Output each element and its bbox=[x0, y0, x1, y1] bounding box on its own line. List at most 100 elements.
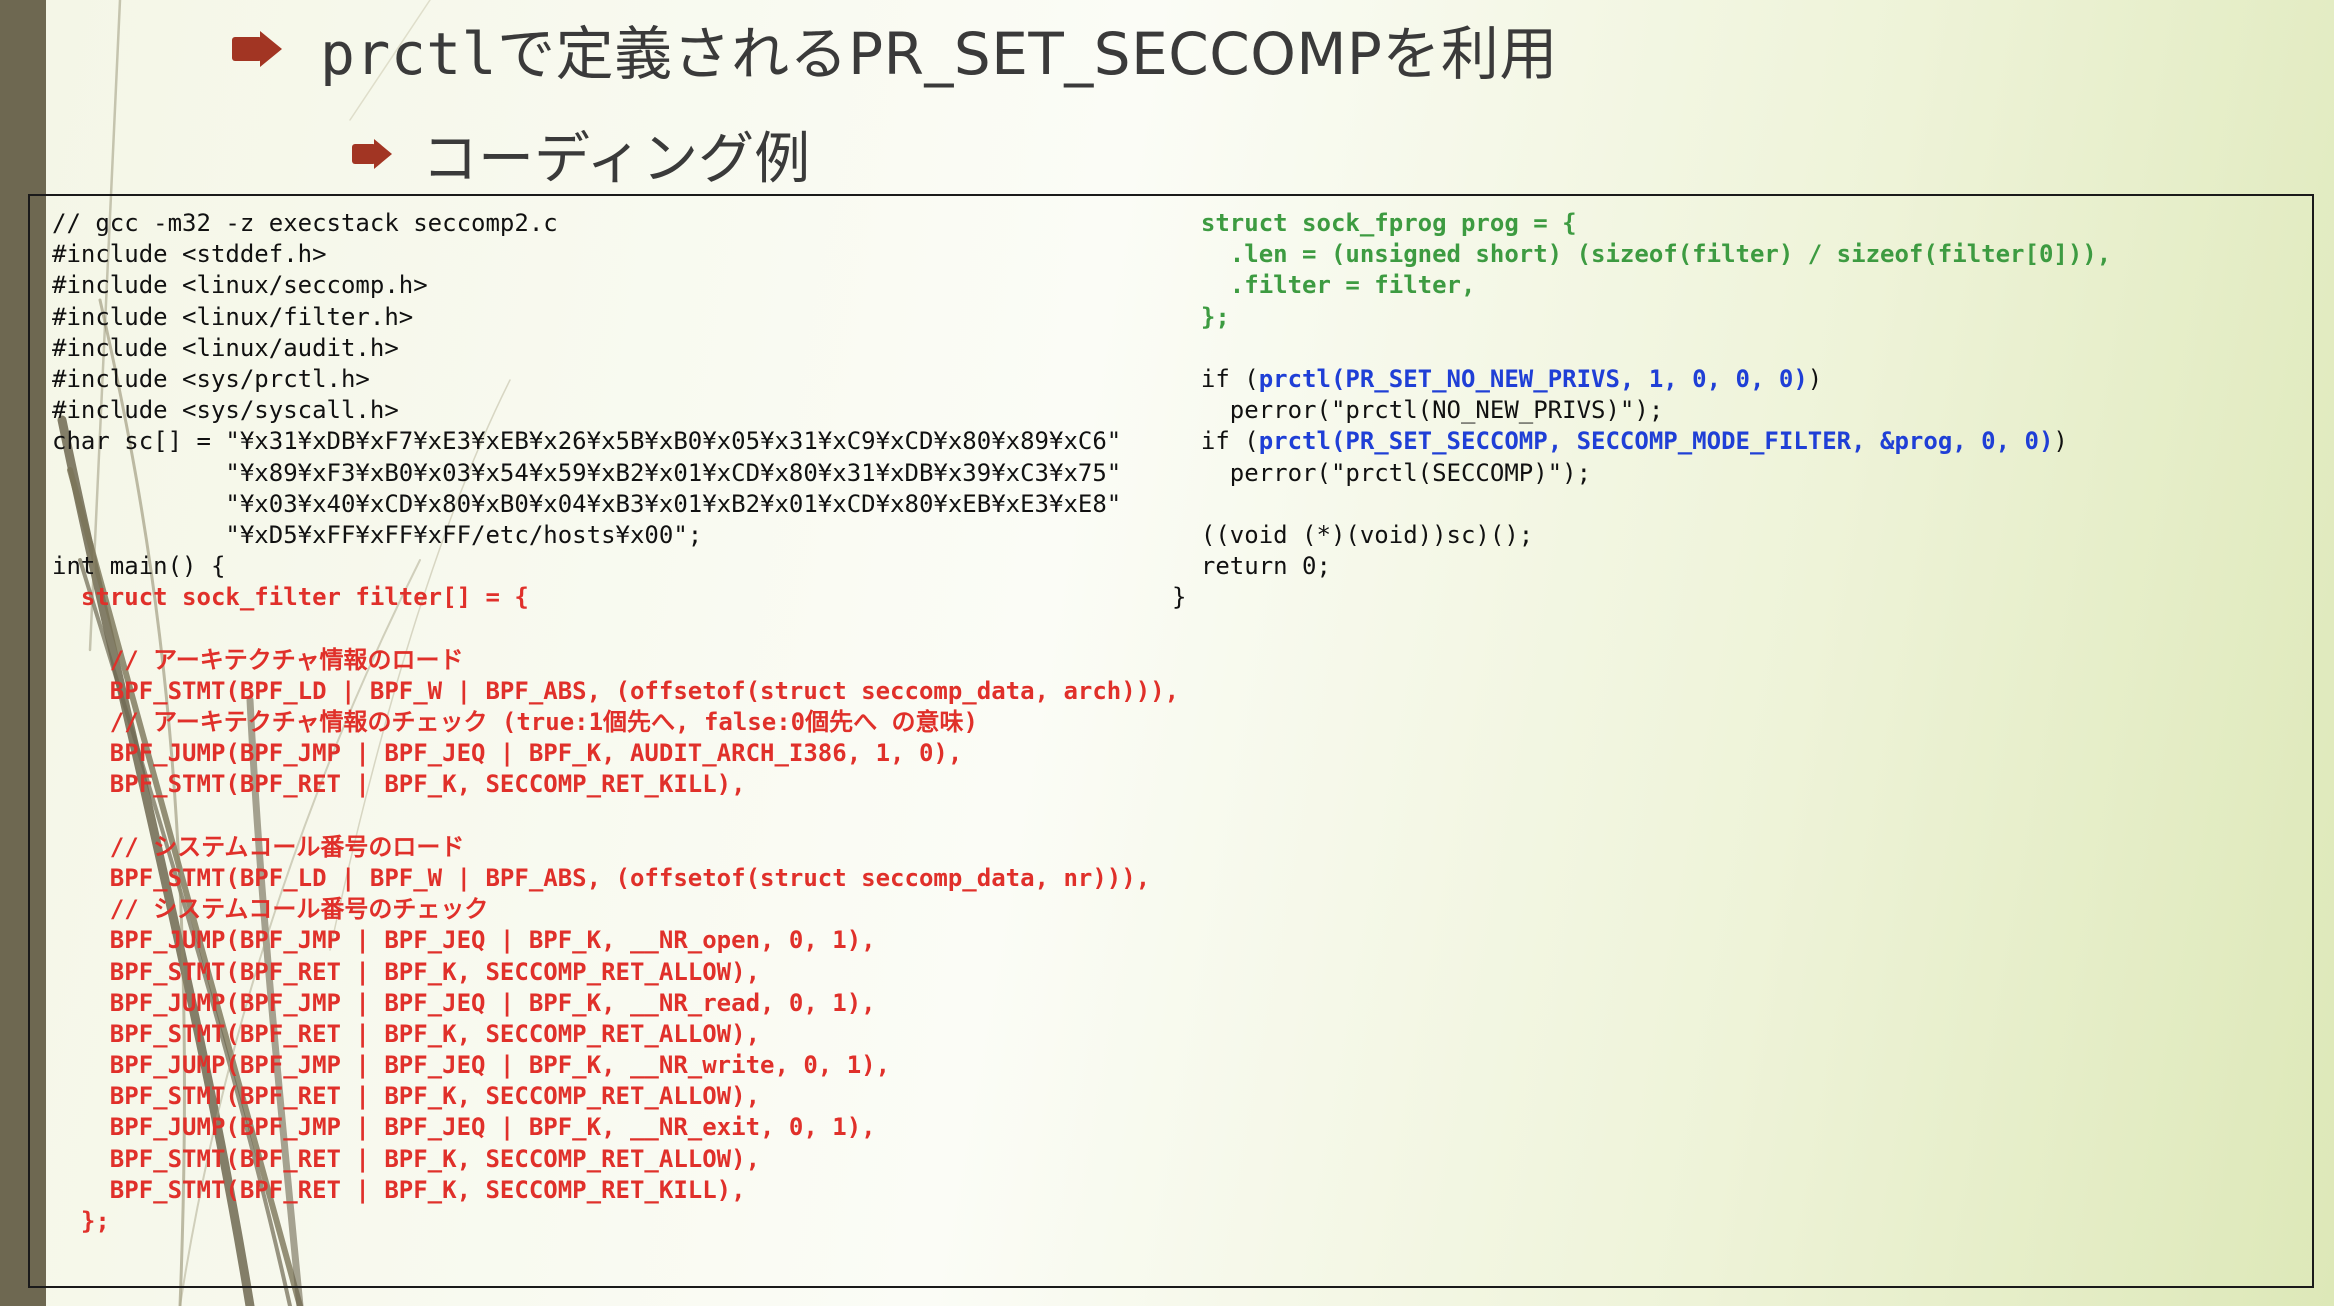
code-line: "¥xD5¥xFF¥xFF¥xFF/etc/hosts¥x00"; bbox=[52, 520, 1179, 551]
code-line: BPF_STMT(BPF_RET | BPF_K, SECCOMP_RET_AL… bbox=[52, 957, 1179, 988]
code-line: BPF_STMT(BPF_LD | BPF_W | BPF_ABS, (offs… bbox=[52, 676, 1179, 707]
code-line: BPF_STMT(BPF_RET | BPF_K, SECCOMP_RET_AL… bbox=[52, 1019, 1179, 1050]
code-token: #include <sys/prctl.h> bbox=[52, 364, 370, 393]
code-token: #include <linux/filter.h> bbox=[52, 302, 414, 331]
code-line: #include <linux/seccomp.h> bbox=[52, 270, 1179, 301]
code-token: prctl(PR_SET_SECCOMP, SECCOMP_MODE_FILTE… bbox=[1258, 427, 2054, 456]
code-token: // アーキテクチャ情報のチェック (true:1個先へ, false:0個先へ… bbox=[52, 708, 978, 736]
code-token: #include <linux/seccomp.h> bbox=[52, 271, 428, 300]
code-line: BPF_JUMP(BPF_JMP | BPF_JEQ | BPF_K, __NR… bbox=[52, 1050, 1179, 1081]
code-token: perror("prctl(NO_NEW_PRIVS)"); bbox=[1172, 396, 1664, 425]
code-line: int main() { bbox=[52, 551, 1179, 582]
code-line: #include <stddef.h> bbox=[52, 239, 1179, 270]
code-line: if (prctl(PR_SET_NO_NEW_PRIVS, 1, 0, 0, … bbox=[1172, 364, 2111, 395]
code-line: .len = (unsigned short) (sizeof(filter) … bbox=[1172, 239, 2111, 270]
code-listing-left: // gcc -m32 -z execstack seccomp2.c #incl… bbox=[52, 208, 1179, 1237]
arrow-bullet-icon bbox=[232, 37, 262, 61]
code-line: // アーキテクチャ情報のチェック (true:1個先へ, false:0個先へ… bbox=[52, 707, 1179, 738]
title-rest: で定義されるPR_SET_SECCOMPを利用 bbox=[497, 20, 1558, 88]
code-token: BPF_JUMP(BPF_JMP | BPF_JEQ | BPF_K, __NR… bbox=[52, 988, 876, 1017]
code-token: BPF_STMT(BPF_RET | BPF_K, SECCOMP_RET_KI… bbox=[52, 1175, 746, 1204]
code-token: char sc[] = "¥x31¥xDB¥xF7¥xE3¥xEB¥x26¥x5… bbox=[52, 427, 1122, 456]
code-line: // システムコール番号のロード bbox=[52, 832, 1179, 863]
code-line: perror("prctl(NO_NEW_PRIVS)"); bbox=[1172, 395, 2111, 426]
code-token: ((void (*)(void))sc)(); bbox=[1172, 520, 1534, 549]
code-token: BPF_STMT(BPF_RET | BPF_K, SECCOMP_RET_AL… bbox=[52, 1019, 761, 1048]
code-token: ) bbox=[2053, 427, 2068, 456]
code-line: ((void (*)(void))sc)(); bbox=[1172, 520, 2111, 551]
code-token: BPF_JUMP(BPF_JMP | BPF_JEQ | BPF_K, __NR… bbox=[52, 926, 876, 955]
code-token: BPF_JUMP(BPF_JMP | BPF_JEQ | BPF_K, __NR… bbox=[52, 1051, 891, 1080]
code-line: if (prctl(PR_SET_SECCOMP, SECCOMP_MODE_F… bbox=[1172, 426, 2111, 457]
code-line: BPF_JUMP(BPF_JMP | BPF_JEQ | BPF_K, AUDI… bbox=[52, 738, 1179, 769]
code-line: struct sock_filter filter[] = { bbox=[52, 582, 1179, 613]
code-line: BPF_JUMP(BPF_JMP | BPF_JEQ | BPF_K, __NR… bbox=[52, 988, 1179, 1019]
code-line: // gcc -m32 -z execstack seccomp2.c bbox=[52, 208, 1179, 239]
arrow-bullet-icon bbox=[352, 144, 376, 164]
code-token: }; bbox=[1172, 302, 1230, 331]
code-token: #include <sys/syscall.h> bbox=[52, 396, 399, 425]
code-token: BPF_JUMP(BPF_JMP | BPF_JEQ | BPF_K, __NR… bbox=[52, 1113, 876, 1142]
code-line: .filter = filter, bbox=[1172, 270, 2111, 301]
code-token: BPF_STMT(BPF_RET | BPF_K, SECCOMP_RET_AL… bbox=[52, 1144, 761, 1173]
code-line: BPF_JUMP(BPF_JMP | BPF_JEQ | BPF_K, __NR… bbox=[52, 1112, 1179, 1143]
code-line: "¥x03¥x40¥xCD¥x80¥xB0¥x04¥xB3¥x01¥xB2¥x0… bbox=[52, 489, 1179, 520]
code-line: // システムコール番号のチェック bbox=[52, 894, 1179, 925]
code-token: "¥x89¥xF3¥xB0¥x03¥x54¥x59¥xB2¥x01¥xCD¥x8… bbox=[52, 458, 1122, 487]
code-token: // システムコール番号のロード bbox=[52, 832, 465, 861]
code-line: "¥x89¥xF3¥xB0¥x03¥x54¥x59¥xB2¥x01¥xCD¥x8… bbox=[52, 458, 1179, 489]
code-line: #include <linux/audit.h> bbox=[52, 333, 1179, 364]
code-token: BPF_STMT(BPF_LD | BPF_W | BPF_ABS, (offs… bbox=[52, 863, 1151, 892]
code-token: if ( bbox=[1172, 364, 1259, 393]
code-token: struct sock_fprog prog = { bbox=[1172, 209, 1577, 237]
code-line: #include <sys/prctl.h> bbox=[52, 364, 1179, 395]
code-token: #include <stddef.h> bbox=[52, 240, 327, 269]
code-token: BPF_STMT(BPF_RET | BPF_K, SECCOMP_RET_KI… bbox=[52, 770, 746, 799]
code-line: BPF_STMT(BPF_RET | BPF_K, SECCOMP_RET_KI… bbox=[52, 1175, 1179, 1206]
code-token: "¥x03¥x40¥xCD¥x80¥xB0¥x04¥xB3¥x01¥xB2¥x0… bbox=[52, 489, 1122, 518]
code-token: #include <linux/audit.h> bbox=[52, 333, 399, 362]
code-line: perror("prctl(SECCOMP)"); bbox=[1172, 458, 2111, 489]
code-line: #include <linux/filter.h> bbox=[52, 302, 1179, 333]
code-token: if ( bbox=[1172, 427, 1259, 456]
code-line: BPF_STMT(BPF_RET | BPF_K, SECCOMP_RET_KI… bbox=[52, 769, 1179, 800]
code-token: BPF_STMT(BPF_RET | BPF_K, SECCOMP_RET_AL… bbox=[52, 1082, 761, 1111]
code-token: int main() { bbox=[52, 552, 226, 581]
code-token: perror("prctl(SECCOMP)"); bbox=[1172, 458, 1592, 487]
code-token: BPF_STMT(BPF_LD | BPF_W | BPF_ABS, (offs… bbox=[52, 676, 1180, 705]
code-line: BPF_STMT(BPF_LD | BPF_W | BPF_ABS, (offs… bbox=[52, 863, 1179, 894]
slide-subtitle: コーディング例 bbox=[352, 116, 810, 192]
code-line: struct sock_fprog prog = { bbox=[1172, 208, 2111, 239]
code-token: struct sock_filter filter[] = { bbox=[52, 583, 529, 612]
title-prefix: prctl bbox=[320, 20, 498, 88]
code-line: BPF_STMT(BPF_RET | BPF_K, SECCOMP_RET_AL… bbox=[52, 1144, 1179, 1175]
subtitle-text: コーディング例 bbox=[422, 126, 811, 192]
code-token: ) bbox=[1807, 364, 1823, 393]
code-line: char sc[] = "¥x31¥xDB¥xF7¥xE3¥xEB¥x26¥x5… bbox=[52, 426, 1179, 457]
code-line: } bbox=[1172, 582, 2111, 613]
code-token: }; bbox=[52, 1207, 110, 1235]
code-line: }; bbox=[1172, 302, 2111, 333]
code-token: prctl(PR_SET_NO_NEW_PRIVS, 1, 0, 0, 0) bbox=[1258, 364, 1808, 393]
code-listing-right: struct sock_fprog prog = { .len = (unsig… bbox=[1172, 208, 2111, 613]
code-token: return 0; bbox=[1172, 552, 1331, 581]
code-line: BPF_JUMP(BPF_JMP | BPF_JEQ | BPF_K, __NR… bbox=[52, 925, 1179, 956]
code-line: return 0; bbox=[1172, 551, 2111, 582]
code-line: }; bbox=[52, 1206, 1179, 1237]
code-token: .filter = filter, bbox=[1172, 271, 1476, 300]
code-token: } bbox=[1172, 583, 1187, 612]
code-line: // アーキテクチャ情報のロード bbox=[52, 645, 1179, 676]
code-token: BPF_STMT(BPF_RET | BPF_K, SECCOMP_RET_AL… bbox=[52, 957, 761, 986]
code-token: BPF_JUMP(BPF_JMP | BPF_JEQ | BPF_K, AUDI… bbox=[52, 739, 963, 768]
code-token: "¥xD5¥xFF¥xFF¥xFF/etc/hosts¥x00"; bbox=[52, 520, 703, 549]
code-line: #include <sys/syscall.h> bbox=[52, 395, 1179, 426]
code-token: // システムコール番号のチェック bbox=[52, 895, 489, 924]
code-token: // アーキテクチャ情報のロード bbox=[52, 645, 464, 674]
code-line: BPF_STMT(BPF_RET | BPF_K, SECCOMP_RET_AL… bbox=[52, 1081, 1179, 1112]
code-token: .len = (unsigned short) (sizeof(filter) … bbox=[1172, 240, 2112, 269]
slide-title: prctlで定義されるPR_SET_SECCOMPを利用 bbox=[232, 6, 1558, 92]
